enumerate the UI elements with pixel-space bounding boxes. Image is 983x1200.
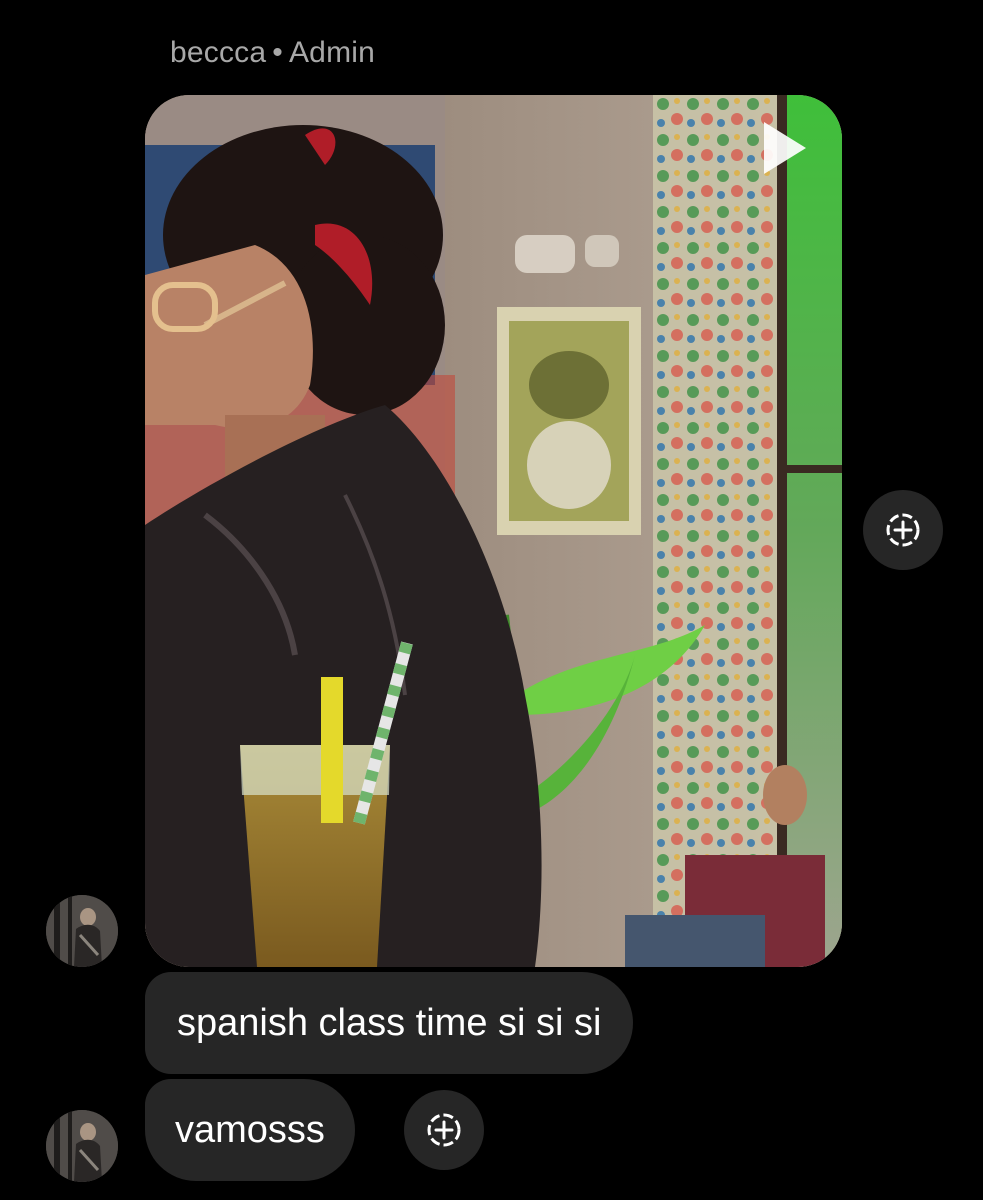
sender-role: Admin <box>288 36 376 69</box>
video-thumbnail <box>145 95 842 967</box>
avatar[interactable] <box>46 895 118 967</box>
sender-name[interactable]: beccca <box>170 36 266 69</box>
avatar[interactable] <box>46 1110 118 1182</box>
video-message[interactable] <box>145 95 842 967</box>
message-text: vamosss <box>175 1109 325 1151</box>
message-bubble[interactable]: spanish class time si si si <box>145 972 634 1074</box>
share-button[interactable] <box>404 1090 484 1170</box>
share-plus-icon <box>427 1113 461 1147</box>
user-avatar-image <box>46 895 118 967</box>
share-button[interactable] <box>863 490 943 570</box>
sender-separator: • <box>272 36 283 69</box>
share-plus-icon <box>886 513 920 547</box>
play-icon[interactable] <box>760 119 810 177</box>
user-avatar-image <box>46 1110 118 1182</box>
sender-header: beccca • Admin <box>170 36 375 70</box>
message-text: spanish class time si si si <box>177 1002 602 1044</box>
message-bubble[interactable]: vamosss <box>145 1079 355 1181</box>
